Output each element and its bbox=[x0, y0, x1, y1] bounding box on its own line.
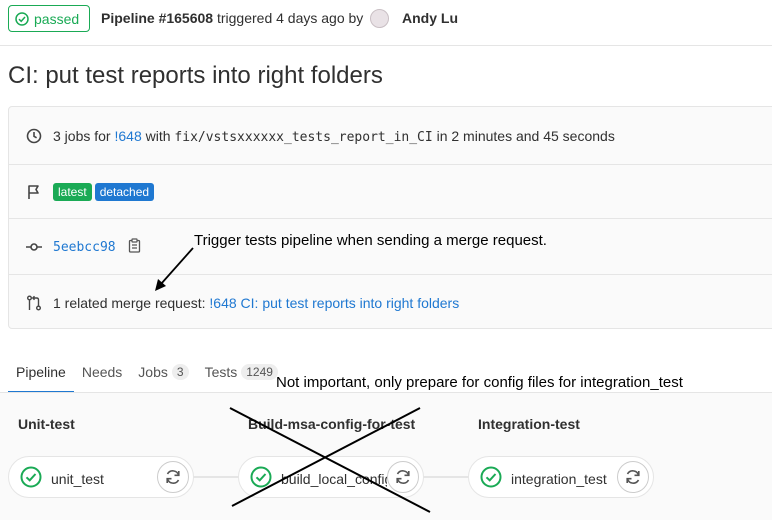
label-detached[interactable]: detached bbox=[94, 183, 155, 201]
stage-title: Build-msa-config-for-test bbox=[248, 416, 416, 432]
retry-icon[interactable] bbox=[157, 461, 189, 493]
triggered-text: triggered 4 days ago by bbox=[216, 10, 364, 26]
job-integration-test[interactable]: integration_test bbox=[468, 456, 654, 498]
check-circle-icon bbox=[250, 466, 272, 493]
labels-row: latest detached bbox=[9, 165, 772, 219]
with-text: with bbox=[145, 127, 171, 144]
duration-text: in 2 minutes and 45 seconds bbox=[436, 127, 615, 144]
retry-icon[interactable] bbox=[387, 461, 419, 493]
tab-jobs[interactable]: Jobs 3 bbox=[130, 352, 196, 392]
tab-label: Pipeline bbox=[16, 364, 66, 380]
status-label: passed bbox=[34, 10, 80, 27]
job-build-local-config[interactable]: build_local_config bbox=[238, 456, 424, 498]
stage-connector bbox=[192, 476, 240, 478]
divider bbox=[0, 45, 772, 46]
job-name: unit_test bbox=[51, 471, 104, 487]
label-latest[interactable]: latest bbox=[53, 183, 92, 201]
related-mr-prefix: 1 related merge request: bbox=[53, 294, 206, 311]
branch-name[interactable]: fix/vstsxxxxxx_tests_report_in_CI bbox=[174, 130, 432, 145]
stage-title: Unit-test bbox=[18, 416, 75, 432]
jobs-summary-row: 3 jobs for !648 with fix/vstsxxxxxx_test… bbox=[9, 107, 772, 165]
clock-icon bbox=[25, 127, 43, 145]
stage-title: Integration-test bbox=[478, 416, 580, 432]
job-name: integration_test bbox=[511, 471, 607, 487]
pipeline-info-box: 3 jobs for !648 with fix/vstsxxxxxx_test… bbox=[8, 106, 772, 329]
tab-count: 1249 bbox=[241, 364, 278, 380]
job-name: build_local_config bbox=[281, 471, 387, 487]
check-circle-icon bbox=[20, 466, 42, 493]
stage-connector bbox=[422, 476, 470, 478]
commit-sha-link[interactable]: 5eebcc98 bbox=[53, 240, 116, 255]
related-mr-row: 1 related merge request: !648 CI: put te… bbox=[9, 275, 772, 330]
check-circle-icon bbox=[480, 466, 502, 493]
status-badge[interactable]: passed bbox=[8, 5, 90, 32]
pipeline-tabs: Pipeline Needs Jobs 3 Tests 1249 bbox=[8, 352, 286, 393]
related-mr-link[interactable]: !648 CI: put test reports into right fol… bbox=[209, 295, 459, 311]
tab-needs[interactable]: Needs bbox=[74, 352, 130, 392]
clipboard-icon[interactable] bbox=[128, 238, 141, 256]
retry-icon[interactable] bbox=[617, 461, 649, 493]
annotation-note: Trigger tests pipeline when sending a me… bbox=[194, 232, 547, 249]
mr-link[interactable]: !648 bbox=[114, 128, 141, 144]
tab-label: Needs bbox=[81, 364, 123, 380]
commit-icon bbox=[25, 238, 43, 256]
tab-tests[interactable]: Tests 1249 bbox=[197, 352, 286, 392]
flag-icon bbox=[25, 183, 43, 201]
author-name[interactable]: Andy Lu bbox=[402, 10, 458, 26]
merge-request-icon bbox=[25, 294, 43, 312]
tab-label: Tests bbox=[204, 364, 238, 380]
job-unit-test[interactable]: unit_test bbox=[8, 456, 194, 498]
pipeline-id: Pipeline #165608 bbox=[101, 10, 214, 26]
tab-label: Jobs bbox=[138, 364, 168, 380]
jobs-prefix: 3 jobs for bbox=[53, 127, 111, 144]
tab-pipeline[interactable]: Pipeline bbox=[8, 352, 74, 393]
pipeline-header: Pipeline #165608 triggered 4 days ago by bbox=[101, 10, 363, 26]
page-title: CI: put test reports into right folders bbox=[8, 62, 383, 89]
check-circle-icon bbox=[15, 11, 29, 26]
annotation-note: Not important, only prepare for config f… bbox=[276, 374, 683, 391]
tab-count: 3 bbox=[171, 364, 189, 380]
avatar[interactable] bbox=[370, 9, 389, 28]
